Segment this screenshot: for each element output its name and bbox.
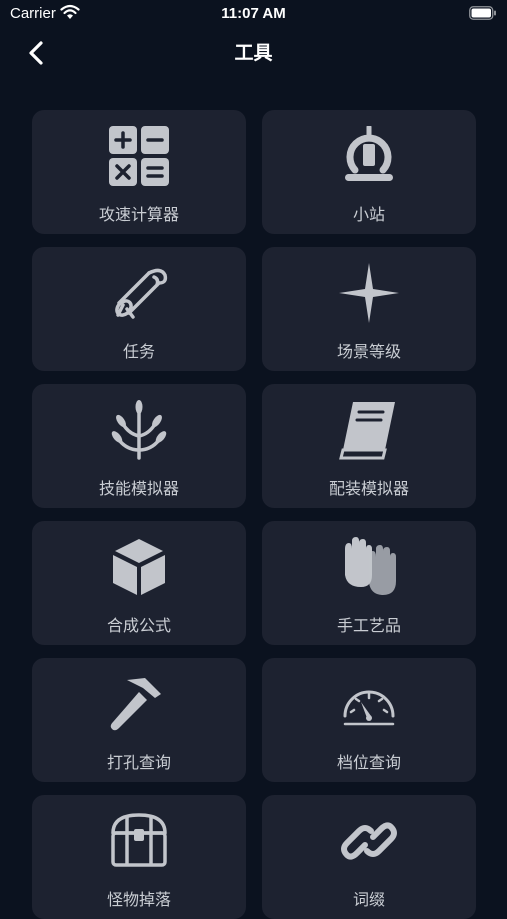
navigation-bar: 工具 (0, 28, 507, 76)
tool-tile-crafting-formula[interactable]: 合成公式 (32, 521, 246, 645)
tool-tile-gear-simulator[interactable]: 配装模拟器 (262, 384, 476, 508)
tool-tile-gear-level-lookup[interactable]: 档位查询 (262, 658, 476, 782)
tool-tile-skill-simulator[interactable]: 技能模拟器 (32, 384, 246, 508)
gauge-icon (343, 690, 395, 726)
tool-tile-quest[interactable]: 任务 (32, 247, 246, 371)
tool-tile-affixes[interactable]: 词缀 (262, 795, 476, 919)
gloves-icon (345, 537, 396, 595)
star-icon (339, 263, 399, 323)
tool-label: 手工艺品 (336, 616, 401, 635)
hammer-icon (110, 678, 161, 731)
book-icon (339, 402, 395, 460)
tool-label: 任务 (122, 342, 155, 361)
tool-tile-station[interactable]: 小站 (262, 110, 476, 234)
battery-icon (469, 6, 496, 20)
tool-label: 攻速计算器 (98, 205, 179, 224)
calculator-icon (109, 126, 169, 186)
scroll-icon (115, 268, 168, 319)
page-title: 工具 (234, 42, 273, 64)
tool-label: 场景等级 (336, 342, 401, 361)
cube-icon (113, 539, 165, 595)
tool-tile-attack-speed-calculator[interactable]: 攻速计算器 (32, 110, 246, 234)
tool-tile-monster-drops[interactable]: 怪物掉落 (32, 795, 246, 919)
tool-label: 配装模拟器 (328, 479, 409, 498)
clock: 11:07 AM (221, 5, 286, 22)
tool-tile-handicrafts[interactable]: 手工艺品 (262, 521, 476, 645)
status-bar: Carrier 11:07 AM (0, 0, 507, 28)
tools-grid: 攻速计算器 小站 任务 场景等级 技能模拟器 配装模拟器 合成公式 手工艺品 打… (32, 110, 477, 919)
station-icon (345, 126, 393, 181)
tool-tile-socket-lookup[interactable]: 打孔查询 (32, 658, 246, 782)
tool-tile-scene-level[interactable]: 场景等级 (262, 247, 476, 371)
tool-label: 怪物掉落 (106, 890, 171, 909)
tool-label: 打孔查询 (106, 753, 171, 772)
tool-label: 词缀 (352, 890, 385, 909)
chest-icon (111, 813, 167, 867)
tool-label: 小站 (352, 205, 385, 224)
tool-label: 档位查询 (336, 753, 401, 772)
link-icon (341, 822, 397, 860)
tool-label: 技能模拟器 (98, 479, 179, 498)
skill-tree-icon (111, 400, 167, 460)
tool-label: 合成公式 (106, 616, 171, 635)
